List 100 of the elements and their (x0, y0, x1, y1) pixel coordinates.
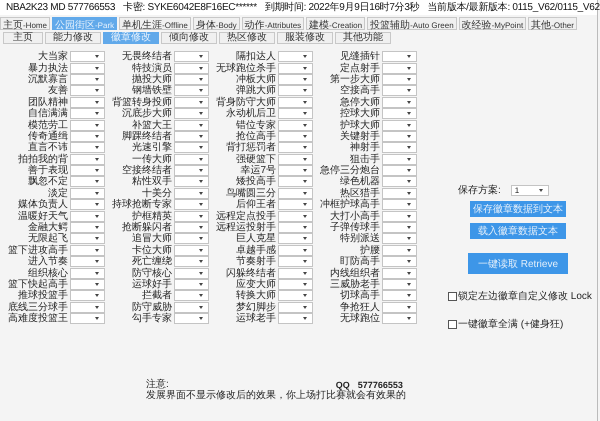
dropdown-field[interactable] (278, 176, 313, 188)
dropdown-field[interactable] (278, 244, 313, 256)
dropdown-field[interactable] (382, 199, 417, 210)
dropdown-field[interactable] (278, 51, 313, 62)
dropdown-field[interactable] (70, 142, 105, 154)
dropdown-field[interactable] (382, 244, 417, 256)
tab[interactable]: 热区修改 (219, 32, 275, 44)
dropdown-field[interactable] (382, 210, 417, 222)
dropdown-field[interactable] (278, 290, 313, 302)
checkbox[interactable] (448, 320, 457, 328)
dropdown-field[interactable] (70, 165, 105, 176)
dropdown-field[interactable] (70, 256, 105, 268)
dropdown-field[interactable] (70, 290, 105, 302)
dropdown-field[interactable] (174, 108, 209, 120)
tab[interactable]: 投篮辅助-Auto Green (367, 17, 457, 30)
dropdown-field[interactable] (278, 74, 313, 85)
tab[interactable]: 改经验-MyPoint (458, 17, 526, 30)
dropdown-field[interactable] (70, 74, 105, 85)
dropdown-field[interactable] (70, 62, 105, 74)
dropdown-field[interactable] (278, 62, 313, 74)
dropdown-field[interactable] (278, 199, 313, 210)
tab[interactable]: 动作-Attributes (242, 17, 304, 30)
tab[interactable]: 其他-Other (528, 17, 577, 30)
tab[interactable]: 建模-Creation (306, 17, 366, 30)
dropdown-field[interactable] (382, 233, 417, 244)
dropdown-field[interactable] (174, 62, 209, 74)
dropdown-field[interactable] (174, 165, 209, 176)
dropdown-field[interactable] (174, 51, 209, 62)
dropdown-field[interactable] (174, 154, 209, 165)
dropdown-field[interactable] (278, 279, 313, 290)
dropdown-field[interactable] (278, 120, 313, 131)
dropdown-field[interactable] (70, 268, 105, 279)
dropdown-field[interactable] (382, 96, 417, 108)
dropdown-field[interactable] (174, 256, 209, 268)
dropdown-field[interactable] (278, 268, 313, 279)
tab[interactable]: 服装修改 (277, 32, 333, 44)
scheme-dropdown[interactable]: 1 (510, 184, 549, 196)
dropdown-field[interactable] (382, 313, 417, 324)
dropdown-field[interactable] (70, 108, 105, 120)
dropdown-field[interactable] (278, 108, 313, 120)
dropdown-field[interactable] (278, 313, 313, 324)
dropdown-field[interactable] (382, 51, 417, 62)
dropdown-field[interactable] (382, 188, 417, 199)
dropdown-field[interactable] (174, 268, 209, 279)
dropdown-field[interactable] (174, 233, 209, 244)
dropdown-field[interactable] (174, 74, 209, 85)
dropdown-field[interactable] (174, 96, 209, 108)
dropdown-field[interactable] (382, 279, 417, 290)
dropdown-field[interactable] (382, 165, 417, 176)
tab[interactable]: 主页-Home (0, 17, 50, 30)
dropdown-field[interactable] (174, 210, 209, 222)
dropdown-field[interactable] (174, 142, 209, 154)
dropdown-field[interactable] (382, 120, 417, 131)
dropdown-field[interactable] (278, 302, 313, 313)
tab[interactable]: 其他功能 (335, 32, 391, 44)
dropdown-field[interactable] (70, 130, 105, 142)
dropdown-field[interactable] (70, 279, 105, 290)
dropdown-field[interactable] (174, 302, 209, 313)
dropdown-field[interactable] (174, 222, 209, 234)
dropdown-field[interactable] (70, 154, 105, 165)
dropdown-field[interactable] (382, 62, 417, 74)
dropdown-field[interactable] (174, 176, 209, 188)
dropdown-field[interactable] (382, 85, 417, 96)
dropdown-field[interactable] (382, 290, 417, 302)
dropdown-field[interactable] (174, 313, 209, 324)
dropdown-field[interactable] (278, 210, 313, 222)
dropdown-field[interactable] (174, 120, 209, 131)
dropdown-field[interactable] (70, 302, 105, 313)
dropdown-field[interactable] (70, 188, 105, 199)
dropdown-field[interactable] (278, 188, 313, 199)
dropdown-field[interactable] (70, 233, 105, 244)
dropdown-field[interactable] (278, 165, 313, 176)
dropdown-field[interactable] (174, 199, 209, 210)
dropdown-field[interactable] (70, 210, 105, 222)
dropdown-field[interactable] (382, 74, 417, 85)
dropdown-field[interactable] (278, 142, 313, 154)
dropdown-field[interactable] (278, 85, 313, 96)
dropdown-field[interactable] (278, 222, 313, 234)
dropdown-field[interactable] (174, 188, 209, 199)
dropdown-field[interactable] (70, 244, 105, 256)
dropdown-field[interactable] (278, 154, 313, 165)
dropdown-field[interactable] (70, 199, 105, 210)
dropdown-field[interactable] (70, 313, 105, 324)
dropdown-field[interactable] (382, 142, 417, 154)
dropdown-field[interactable] (382, 130, 417, 142)
tab[interactable]: 倾向修改 (161, 32, 217, 44)
dropdown-field[interactable] (70, 120, 105, 131)
tab[interactable]: 身体-Body (192, 17, 240, 30)
dropdown-field[interactable] (70, 222, 105, 234)
dropdown-field[interactable] (70, 96, 105, 108)
dropdown-field[interactable] (382, 154, 417, 165)
dropdown-field[interactable] (382, 176, 417, 188)
checkbox[interactable] (448, 292, 457, 300)
dropdown-field[interactable] (382, 256, 417, 268)
dropdown-field[interactable] (382, 108, 417, 120)
dropdown-field[interactable] (278, 130, 313, 142)
dropdown-field[interactable] (174, 85, 209, 96)
dropdown-field[interactable] (174, 244, 209, 256)
dropdown-field[interactable] (174, 279, 209, 290)
dropdown-field[interactable] (174, 290, 209, 302)
